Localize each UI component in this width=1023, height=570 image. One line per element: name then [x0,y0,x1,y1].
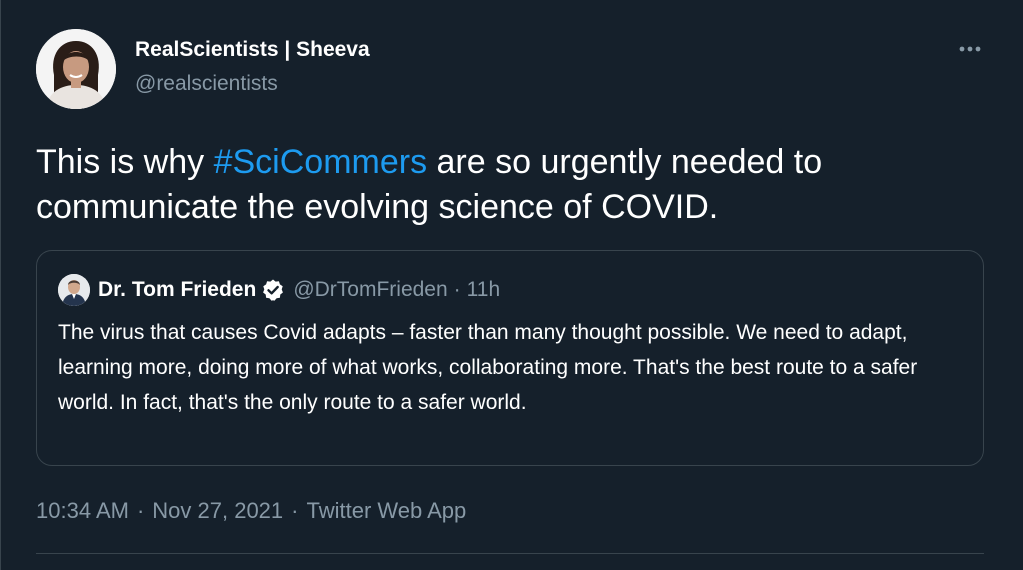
hashtag-link[interactable]: #SciCommers [214,143,427,181]
tweet-source: Twitter Web App [306,498,467,523]
tweet-text-start: This is why [36,143,214,181]
meta-separator-2: · [291,498,299,523]
quoted-author-avatar[interactable] [58,274,90,306]
quoted-tweet-timestamp[interactable]: 11h [467,278,500,302]
tweet-metadata: 10:34 AM · Nov 27, 2021 · Twitter Web App [36,497,466,525]
author-handle[interactable]: @realscientists [135,71,278,97]
column-border [0,0,1,570]
quoted-author-display-name[interactable]: Dr. Tom Frieden [98,278,256,302]
author-avatar-image [36,29,116,109]
quoted-tweet-card[interactable]: Dr. Tom Frieden @DrTomFrieden · 11h The … [36,250,984,466]
author-display-name[interactable]: RealScientists | Sheeva [135,37,370,63]
verified-badge-icon [263,279,284,301]
quoted-tweet-text: The virus that causes Covid adapts – fas… [58,321,918,414]
tweet-text: This is why #SciCommers are so urgently … [36,140,976,230]
quoted-author-avatar-image [58,274,90,306]
tweet-time[interactable]: 10:34 AM [36,498,129,523]
quoted-tweet-separator: · [453,278,461,301]
divider [36,553,984,554]
quoted-tweet-header: Dr. Tom Frieden @DrTomFrieden · 11h [98,276,500,304]
more-horizontal-icon [959,46,981,52]
more-options-button[interactable] [950,36,990,62]
meta-separator-1: · [136,498,145,523]
tweet-date[interactable]: Nov 27, 2021 [152,498,283,523]
tweet-detail: RealScientists | Sheeva @realscientists … [0,0,1023,570]
quoted-author-handle[interactable]: @DrTomFrieden [293,278,447,302]
author-avatar[interactable] [36,29,116,109]
